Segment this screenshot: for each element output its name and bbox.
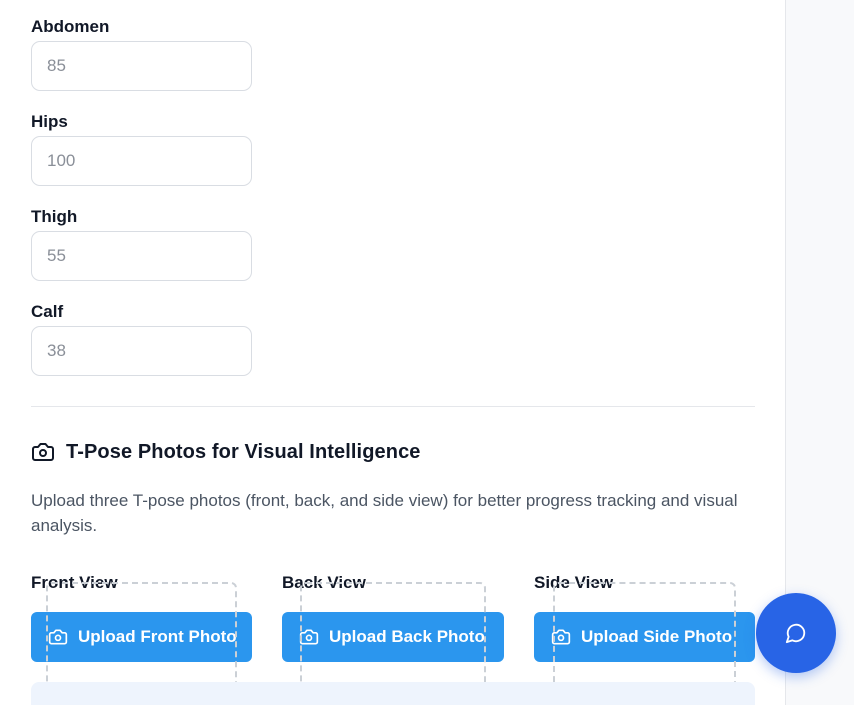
front-photo-dropzone[interactable] [46,582,237,690]
camera-icon [31,440,55,464]
abdomen-input[interactable] [31,41,252,91]
chat-button[interactable] [756,593,836,673]
tpose-section-header: T-Pose Photos for Visual Intelligence [31,440,421,464]
section-divider [31,406,755,407]
abdomen-label: Abdomen [31,17,110,36]
tpose-section-title: T-Pose Photos for Visual Intelligence [66,440,421,463]
side-photo-dropzone[interactable] [553,582,736,690]
back-photo-dropzone[interactable] [300,582,486,690]
thigh-label: Thigh [31,207,78,226]
hips-label: Hips [31,112,68,131]
tpose-section-description: Upload three T-pose photos (front, back,… [31,491,738,535]
thigh-input[interactable] [31,231,252,281]
calf-input[interactable] [31,326,252,376]
calf-label: Calf [31,302,64,321]
hips-input[interactable] [31,136,252,186]
measurements-card: Abdomen Hips Thigh Calf T-Pose Photos fo… [0,0,786,705]
chat-bubble-icon [785,622,807,644]
photo-preview-panel [31,682,755,705]
